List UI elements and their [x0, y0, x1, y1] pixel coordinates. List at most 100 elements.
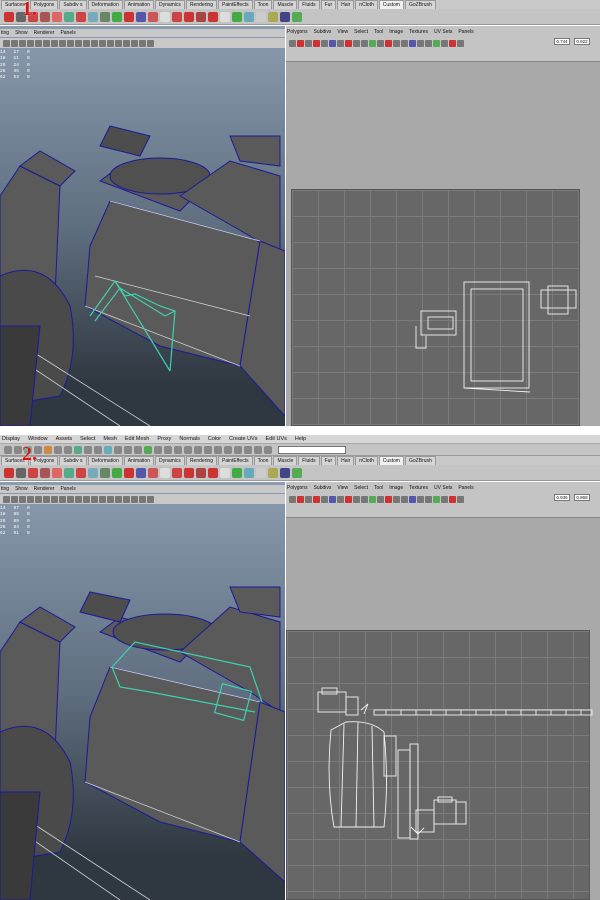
- shelf-tab-fur[interactable]: Fur: [320, 456, 337, 465]
- shelf-tool-icon[interactable]: [256, 11, 266, 22]
- status-icon[interactable]: [14, 445, 22, 454]
- shelf-tab-muscle[interactable]: Muscle: [273, 456, 298, 465]
- shelf-tool-icon[interactable]: [280, 467, 290, 478]
- status-icon[interactable]: [144, 445, 152, 454]
- shelf-tool-icon[interactable]: [208, 467, 218, 478]
- uv-texture-editor[interactable]: Polygons Subdivs View Select Tool Image …: [286, 26, 600, 426]
- shelf-tool-icon[interactable]: [268, 11, 278, 22]
- shelf-tab-custom[interactable]: Custom: [378, 0, 404, 9]
- status-icon[interactable]: [74, 445, 82, 454]
- shelf-tool-icon[interactable]: [160, 11, 170, 22]
- shelf-tab-custom[interactable]: Custom: [378, 456, 404, 465]
- shelf-tool-icon[interactable]: [172, 467, 182, 478]
- shelf-tool-icon[interactable]: [244, 11, 254, 22]
- status-icon[interactable]: [254, 445, 262, 454]
- status-icon[interactable]: [194, 445, 202, 454]
- shelf-tool-icon[interactable]: [160, 467, 170, 478]
- menu-window[interactable]: Window: [28, 436, 48, 442]
- shelf-tool-icon[interactable]: [256, 467, 266, 478]
- perspective-viewport[interactable]: ting Show Renderer Panels 14 97 0 18 85 0…: [0, 482, 285, 900]
- menu-select[interactable]: Select: [80, 436, 95, 442]
- shelf-tool-icon[interactable]: [16, 467, 26, 478]
- shelf-tab-hair[interactable]: Hair: [337, 0, 355, 9]
- shelf-tool-icon[interactable]: [148, 467, 158, 478]
- shelf-tab-rendering[interactable]: Rendering: [185, 0, 217, 9]
- shelf-tool-icon[interactable]: [148, 11, 158, 22]
- shelf-tool-icon[interactable]: [232, 11, 242, 22]
- status-icon[interactable]: [174, 445, 182, 454]
- shelf-tool-icon[interactable]: [184, 467, 194, 478]
- status-icon[interactable]: [94, 445, 102, 454]
- shelf-tool-icon[interactable]: [76, 467, 86, 478]
- shelf-tab-fluids[interactable]: Fluids: [298, 0, 320, 9]
- shelf-tool-icon[interactable]: [124, 11, 134, 22]
- shelf-tool-icon[interactable]: [136, 11, 146, 22]
- shelf-tool-icon[interactable]: [124, 467, 134, 478]
- shelf-tab-subdivs[interactable]: Subdiv s: [59, 456, 87, 465]
- shelf-tool-icon[interactable]: [136, 467, 146, 478]
- shelf-tool-icon[interactable]: [88, 11, 98, 22]
- shelf-tool-icon[interactable]: [28, 467, 38, 478]
- shelf-tool-icon[interactable]: [292, 11, 302, 22]
- shelf-tool-icon[interactable]: [100, 467, 110, 478]
- shelf-tool-icon[interactable]: [208, 11, 218, 22]
- shelf-tool-icon[interactable]: [280, 11, 290, 22]
- shelf-tab-deformation[interactable]: Deformation: [87, 0, 123, 9]
- shelf-tab-muscle[interactable]: Muscle: [273, 0, 298, 9]
- menu-assets[interactable]: Assets: [56, 436, 73, 442]
- menu-normals[interactable]: Normals: [179, 436, 199, 442]
- status-icon[interactable]: [264, 445, 272, 454]
- shelf-tool-icon[interactable]: [172, 11, 182, 22]
- menu-mesh[interactable]: Mesh: [103, 436, 116, 442]
- shelf-tab-rendering[interactable]: Rendering: [185, 456, 217, 465]
- status-icon[interactable]: [64, 445, 72, 454]
- shelf-tool-icon[interactable]: [4, 11, 14, 22]
- shelf-tab-animation[interactable]: Animation: [123, 456, 154, 465]
- shelf-tab-fluids[interactable]: Fluids: [298, 456, 320, 465]
- shelf-tab-dynamics[interactable]: Dynamics: [154, 0, 185, 9]
- shelf-tool-icon[interactable]: [220, 11, 230, 22]
- shelf-tab-animation[interactable]: Animation: [123, 0, 154, 9]
- menu-color[interactable]: Color: [208, 436, 221, 442]
- shelf-tool-icon[interactable]: [52, 11, 62, 22]
- status-icon[interactable]: [114, 445, 122, 454]
- shelf-tool-icon[interactable]: [292, 467, 302, 478]
- shelf-tool-icon[interactable]: [40, 11, 50, 22]
- shelf-tool-icon[interactable]: [196, 467, 206, 478]
- status-icon[interactable]: [4, 445, 12, 454]
- shelf-tab-subdivs[interactable]: Subdiv s: [59, 0, 87, 9]
- shelf-tool-icon[interactable]: [4, 467, 14, 478]
- shelf-tool-icon[interactable]: [220, 467, 230, 478]
- status-icon[interactable]: [184, 445, 192, 454]
- shelf-tool-icon[interactable]: [112, 467, 122, 478]
- shelf-tab-fur[interactable]: Fur: [320, 0, 337, 9]
- status-icon[interactable]: [234, 445, 242, 454]
- shelf-tab-gozbrush[interactable]: GoZBrush: [404, 456, 436, 465]
- shelf-tool-icon[interactable]: [184, 11, 194, 22]
- menu-display[interactable]: Display: [2, 436, 20, 442]
- status-icon[interactable]: [44, 445, 52, 454]
- status-icon[interactable]: [154, 445, 162, 454]
- shelf-tab-dynamics[interactable]: Dynamics: [154, 456, 185, 465]
- status-icon[interactable]: [214, 445, 222, 454]
- menu-create-uvs[interactable]: Create UVs: [229, 436, 257, 442]
- status-icon[interactable]: [124, 445, 132, 454]
- shelf-tab-painteffects[interactable]: PaintEffects: [218, 0, 253, 9]
- name-field[interactable]: [278, 445, 346, 454]
- shelf-tab-gozbrush[interactable]: GoZBrush: [404, 0, 436, 9]
- shelf-tool-icon[interactable]: [100, 11, 110, 22]
- shelf-tool-icon[interactable]: [76, 11, 86, 22]
- status-icon[interactable]: [204, 445, 212, 454]
- shelf-tool-icon[interactable]: [64, 467, 74, 478]
- shelf-tab-ncloth[interactable]: nCloth: [355, 456, 378, 465]
- perspective-viewport[interactable]: ting Show Renderer Panels 14 17 0 18 11 0…: [0, 26, 285, 426]
- shelf-tab-toon[interactable]: Toon: [253, 456, 273, 465]
- shelf-tool-icon[interactable]: [52, 467, 62, 478]
- shelf-tool-icon[interactable]: [64, 11, 74, 22]
- shelf-tab-deformation[interactable]: Deformation: [87, 456, 123, 465]
- shelf-tab-hair[interactable]: Hair: [337, 456, 355, 465]
- status-icon[interactable]: [104, 445, 112, 454]
- menu-proxy[interactable]: Proxy: [157, 436, 171, 442]
- status-icon[interactable]: [164, 445, 172, 454]
- shelf-tab-toon[interactable]: Toon: [253, 0, 273, 9]
